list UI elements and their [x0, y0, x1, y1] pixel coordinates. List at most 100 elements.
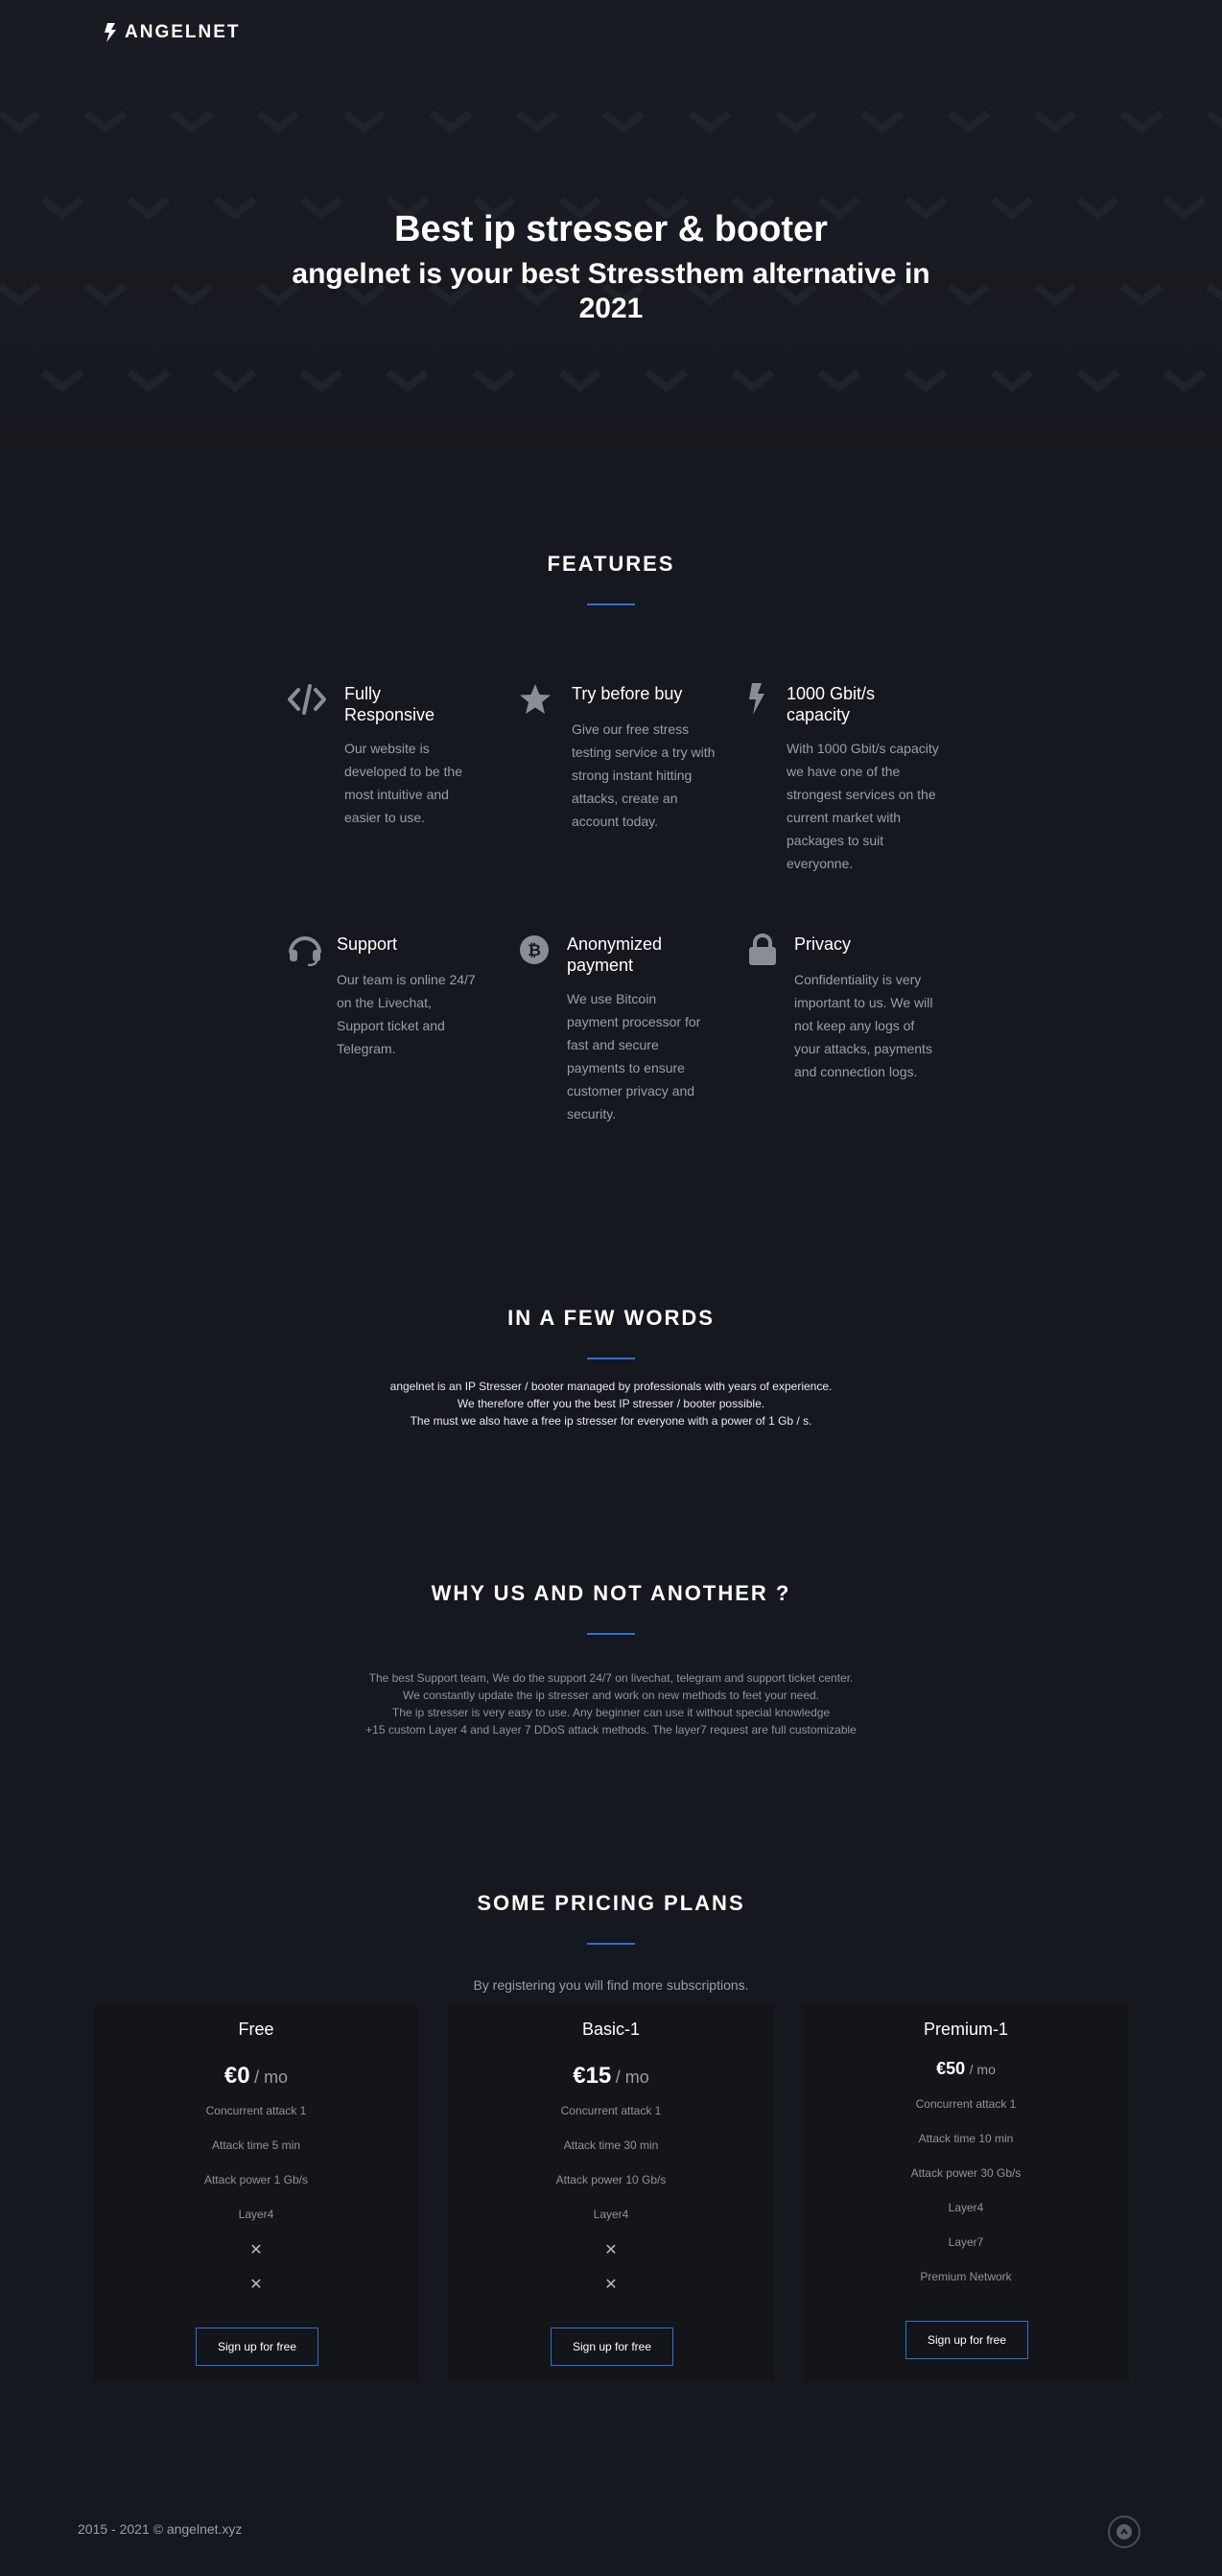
pricing-heading: SOME PRICING PLANS: [477, 1891, 745, 1915]
chevron-pattern-mark: [1206, 109, 1222, 130]
chevron-pattern-mark: [170, 282, 214, 307]
footer-copyright: 2015 - 2021 © angelnet.xyz: [78, 2521, 243, 2537]
chevron-pattern-mark: [558, 368, 602, 393]
feature-responsive: Fully Responsive Our website is develope…: [288, 683, 480, 837]
plan-card-free: Free €0 / mo Concurrent attack 1 Attack …: [93, 2005, 419, 2381]
signup-button-free[interactable]: Sign up for free: [196, 2328, 318, 2366]
chevron-pattern-mark: [731, 368, 775, 393]
code-icon: [288, 684, 326, 715]
chevron-pattern-mark: [170, 109, 214, 134]
cross-icon: ✕: [249, 2277, 263, 2293]
feature-title: Privacy: [794, 934, 852, 954]
words-line: We therefore offer you the best IP stres…: [457, 1397, 765, 1410]
why-line: The ip stresser is very easy to use. Any…: [391, 1706, 831, 1719]
feature-desc: Our team is online 24/7 on the Livechat,…: [337, 972, 476, 1056]
chevron-pattern-mark: [688, 109, 732, 134]
plan-price-period: / mo: [969, 2062, 996, 2077]
signup-button-basic[interactable]: Sign up for free: [551, 2328, 673, 2366]
plan-price: €0 / mo: [93, 2063, 419, 2090]
chevron-pattern-mark: [1119, 109, 1163, 134]
chevron-pattern-mark: [774, 109, 818, 134]
plan-card-basic: Basic-1 €15 / mo Concurrent attack 1 Att…: [448, 2005, 774, 2381]
feature-desc: Confidentiality is very important to us.…: [794, 972, 933, 1079]
why-heading: WHY US AND NOT ANOTHER ?: [431, 1581, 791, 1605]
plan-name: Free: [238, 2020, 274, 2039]
plan-feature: Attack power 10 Gb/s: [555, 2173, 667, 2186]
chevron-pattern-mark: [127, 368, 171, 393]
words-line: angelnet is an IP Stresser / booter mana…: [389, 1380, 833, 1393]
plan-feature: Layer7: [948, 2235, 984, 2249]
feature-desc: Give our free stress testing service a t…: [572, 721, 716, 829]
feature-capacity: 1000 Gbit/s capacity With 1000 Gbit/s ca…: [746, 683, 939, 875]
plan-feature: Layer4: [948, 2201, 984, 2214]
chevron-pattern-mark: [1033, 109, 1077, 134]
bolt-icon: [105, 23, 116, 42]
bitcoin-icon: ₿: [520, 935, 549, 964]
why-line: We constantly update the ip stresser and…: [402, 1689, 820, 1702]
svg-text:₿: ₿: [528, 941, 541, 960]
chevron-pattern-mark: [386, 368, 430, 393]
why-line: The best Support team, We do the support…: [368, 1671, 854, 1685]
chevron-pattern-mark: [342, 109, 387, 134]
chevron-pattern-mark: [299, 368, 343, 393]
why-divider: [587, 1633, 635, 1635]
chevron-pattern-mark: [860, 109, 905, 134]
words-text: angelnet is an IP Stresser / booter mana…: [0, 1378, 1222, 1430]
features-divider: [587, 603, 635, 605]
words-line: The must we also have a free ip stresser…: [410, 1414, 812, 1428]
signup-button-premium[interactable]: Sign up for free: [905, 2321, 1028, 2359]
chevron-pattern-mark: [645, 368, 689, 393]
chevron-pattern-mark: [83, 282, 128, 307]
cross-icon: ✕: [604, 2277, 618, 2293]
plan-feature: Attack time 5 min: [211, 2139, 301, 2152]
chevron-pattern-mark: [1163, 368, 1207, 393]
plan-price-amount: €15: [573, 2063, 612, 2089]
chevron-pattern-mark: [817, 368, 861, 393]
chevron-pattern-mark: [40, 368, 84, 393]
plan-feature: Attack power 1 Gb/s: [203, 2173, 309, 2186]
brand-logo[interactable]: ANGELNET: [104, 21, 241, 44]
plan-feature: Attack power 30 Gb/s: [910, 2166, 1022, 2180]
plan-price: €15 / mo: [448, 2063, 774, 2090]
chevron-pattern-mark: [904, 368, 948, 393]
plan-price-period: / mo: [615, 2068, 649, 2087]
chevron-pattern-mark: [1076, 368, 1120, 393]
chevron-up-icon: [1120, 2528, 1128, 2535]
chevron-pattern-mark: [1119, 282, 1163, 307]
brand-name: ANGELNET: [125, 22, 241, 42]
headset-icon: [289, 936, 321, 966]
plan-name: Premium-1: [923, 2020, 1008, 2039]
feature-desc: Our website is developed to be the most …: [344, 741, 462, 825]
chevron-pattern-mark: [1206, 282, 1222, 302]
bolt-icon: [749, 683, 764, 715]
scroll-top-button[interactable]: [1108, 2516, 1140, 2548]
chevron-pattern-mark: [256, 109, 300, 134]
plan-feature: Concurrent attack 1: [205, 2104, 307, 2117]
plan-feature: Concurrent attack 1: [560, 2104, 662, 2117]
feature-title: Support: [337, 934, 398, 954]
pricing-divider: [587, 1943, 635, 1945]
plan-feature: Attack time 30 min: [563, 2139, 659, 2152]
feature-title: 1000 Gbit/s capacity: [787, 684, 876, 724]
feature-try: Try before buy Give our free stress test…: [518, 683, 715, 837]
plan-feature: Concurrent attack 1: [915, 2097, 1017, 2111]
plan-feature: Premium Network: [920, 2270, 1012, 2283]
feature-support: Support Our team is online 24/7 on the L…: [288, 934, 480, 1068]
plan-card-premium: Premium-1 €50 / mo Concurrent attack 1 A…: [803, 2005, 1129, 2381]
scroll-top-icon: [1116, 2524, 1132, 2540]
feature-title: Try before buy: [572, 684, 683, 703]
cross-icon: ✕: [249, 2242, 263, 2258]
words-heading: IN A FEW WORDS: [507, 1306, 715, 1330]
cross-icon: ✕: [604, 2242, 618, 2258]
chevron-pattern-mark: [1033, 282, 1077, 307]
chevron-pattern-mark: [515, 109, 559, 134]
feature-desc: With 1000 Gbit/s capacity we have one of…: [787, 741, 939, 871]
plan-feature: Layer4: [593, 2208, 629, 2221]
star-icon: [520, 684, 551, 714]
feature-payment: ₿ Anonymized payment We use Bitcoin paym…: [518, 934, 710, 1125]
lock-icon: [749, 934, 776, 965]
chevron-pattern-mark: [947, 109, 991, 134]
features-heading: FEATURES: [547, 552, 675, 576]
chevron-pattern-mark: [472, 368, 516, 393]
feature-desc: We use Bitcoin payment processor for fas…: [567, 991, 701, 1122]
